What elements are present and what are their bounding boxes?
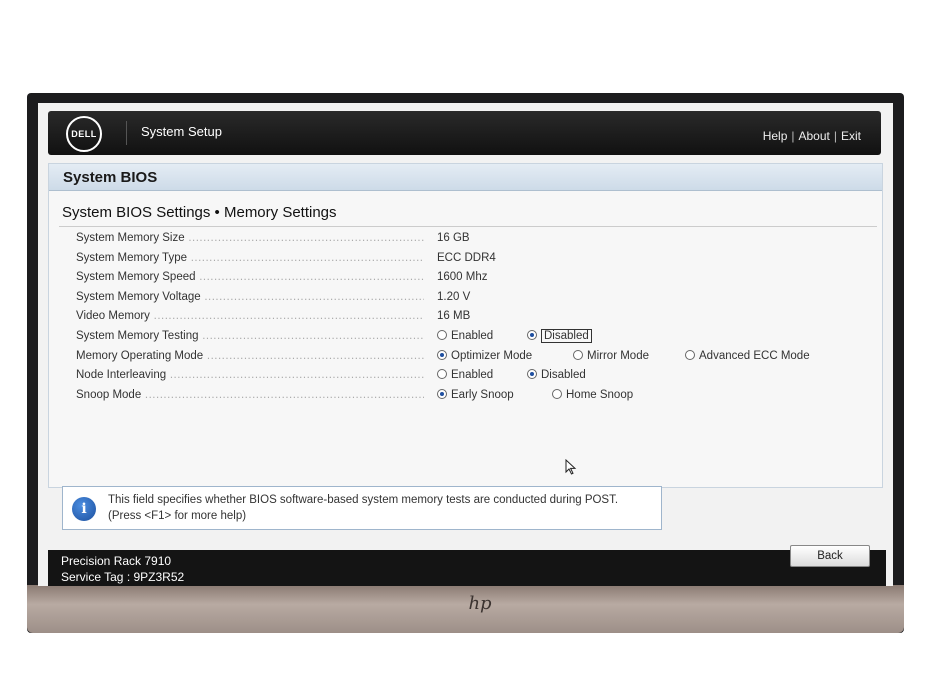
setting-label: System Memory Type — [76, 252, 424, 264]
exit-link[interactable]: Exit — [841, 129, 861, 143]
setting-value: 1.20 V — [437, 290, 471, 303]
setting-row-memory-voltage: System Memory Voltage 1.20 V — [76, 289, 866, 309]
system-model: Precision Rack 7910 — [61, 554, 172, 568]
radio-label: Disabled — [541, 328, 592, 343]
setting-row-snoop-mode: Snoop Mode Early Snoop Home Snoop — [76, 387, 866, 407]
radio-label: Enabled — [451, 369, 494, 382]
bios-screen: DELL System Setup Help | About | Exit System… — [38, 103, 893, 586]
radio-on-icon — [527, 369, 537, 380]
settings-panel: System BIOS System BIOS Settings • Memor… — [48, 163, 883, 488]
monitor-chin — [27, 585, 904, 633]
radio-label: Early Snoop — [451, 388, 514, 401]
header-links: Help | About | Exit — [763, 129, 861, 143]
radio-off-icon — [437, 329, 447, 340]
setting-label: System Memory Size — [76, 232, 424, 244]
hp-logo-icon: hp — [468, 593, 492, 614]
info-icon: i — [72, 497, 96, 521]
radio-node-interleaving-enabled[interactable]: Enabled — [437, 369, 493, 381]
help-box: i This field specifies whether BIOS soft… — [62, 486, 662, 530]
setting-row-memory-speed: System Memory Speed 1600 Mhz — [76, 269, 866, 289]
setting-value: 16 GB — [437, 232, 470, 244]
radio-home-snoop[interactable]: Home Snoop — [552, 388, 634, 401]
link-separator: | — [791, 129, 795, 143]
setting-row-memory-testing: System Memory Testing Enabled Disabled — [76, 328, 866, 348]
radio-off-icon — [552, 388, 562, 399]
setting-row-memory-type: System Memory Type ECC DDR4 — [76, 250, 866, 270]
mouse-cursor-icon — [565, 459, 577, 475]
setting-row-operating-mode: Memory Operating Mode Optimizer Mode Mir… — [76, 348, 866, 368]
setting-label: Memory Operating Mode — [76, 350, 424, 362]
header-bar: DELL System Setup Help | About | Exit — [48, 111, 881, 155]
radio-label: Mirror Mode — [587, 349, 649, 362]
radio-label: Enabled — [451, 329, 494, 342]
setting-row-memory-size: System Memory Size 16 GB — [76, 230, 866, 250]
back-button[interactable]: Back — [790, 545, 870, 567]
radio-off-icon — [685, 349, 695, 360]
title-divider — [59, 226, 877, 227]
radio-label: Disabled — [541, 369, 586, 382]
radio-label: Advanced ECC Mode — [699, 349, 810, 362]
radio-node-interleaving-disabled[interactable]: Disabled — [527, 369, 586, 381]
radio-mirror-mode[interactable]: Mirror Mode — [573, 349, 649, 362]
radio-advanced-ecc-mode[interactable]: Advanced ECC Mode — [685, 349, 810, 362]
help-text: This field specifies whether BIOS softwa… — [108, 494, 619, 522]
radio-label: Optimizer Mode — [451, 349, 533, 362]
section-bar: System BIOS — [49, 164, 882, 191]
setting-label: System Memory Speed — [76, 271, 424, 283]
radio-on-icon — [527, 329, 537, 340]
setting-value: ECC DDR4 — [437, 251, 496, 264]
settings-list: System Memory Size 16 GB System Memory T… — [76, 230, 866, 406]
setting-row-video-memory: Video Memory 16 MB — [76, 308, 866, 328]
radio-optimizer-mode[interactable]: Optimizer Mode — [437, 349, 533, 362]
radio-memory-testing-disabled[interactable]: Disabled — [527, 328, 592, 343]
radio-label: Home Snoop — [566, 388, 634, 401]
header-divider — [126, 121, 127, 145]
about-link[interactable]: About — [799, 129, 830, 143]
setting-label: Node Interleaving — [76, 369, 424, 381]
radio-on-icon — [437, 388, 447, 399]
setting-row-node-interleaving: Node Interleaving Enabled Disabled — [76, 367, 866, 387]
radio-memory-testing-enabled[interactable]: Enabled — [437, 329, 494, 342]
setting-value: 1600 Mhz — [437, 271, 488, 284]
setting-label: Snoop Mode — [76, 389, 424, 401]
link-separator: | — [833, 129, 837, 143]
radio-on-icon — [437, 349, 447, 360]
footer-bar: Precision Rack 7910 Service Tag : 9PZ3R5… — [48, 545, 886, 586]
help-link[interactable]: Help — [763, 129, 788, 143]
setting-label: System Memory Voltage — [76, 291, 424, 303]
radio-off-icon — [437, 369, 447, 380]
service-tag: Service Tag : 9PZ3R52 — [61, 570, 185, 584]
section-title: System BIOS — [63, 169, 158, 186]
setting-label: System Memory Testing — [76, 330, 424, 342]
radio-off-icon — [573, 349, 583, 360]
radio-early-snoop[interactable]: Early Snoop — [437, 388, 514, 401]
setting-value: 16 MB — [437, 310, 471, 323]
dell-logo-icon: DELL — [66, 116, 102, 152]
app-title: System Setup — [141, 124, 222, 139]
setting-label: Video Memory — [76, 310, 424, 322]
page-title: System BIOS Settings • Memory Settings — [62, 204, 337, 221]
